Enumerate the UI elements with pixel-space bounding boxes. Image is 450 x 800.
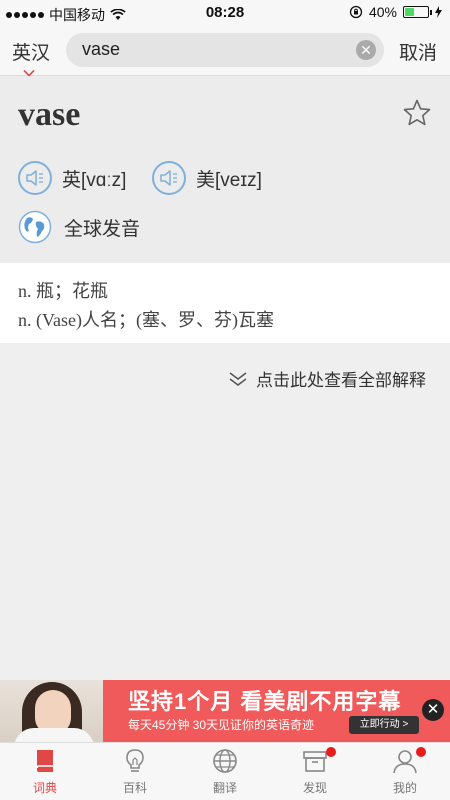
- ad-photo: [0, 680, 103, 742]
- tab-label: 词典: [32, 781, 57, 795]
- search-box: ✕: [66, 33, 384, 67]
- double-chevron-down-icon: [229, 371, 247, 386]
- ad-banner[interactable]: 坚持1个月 看美剧不用字幕 每天45分钟 30天见证你的英语奇迹 立即行动 > …: [0, 680, 450, 742]
- tab-dictionary[interactable]: 词典: [0, 743, 90, 800]
- uk-pronunciation[interactable]: 英[vɑːz]: [18, 161, 126, 195]
- clear-icon[interactable]: ✕: [356, 40, 376, 60]
- book-icon: [36, 750, 53, 772]
- battery-percent: 40%: [368, 4, 397, 20]
- global-pronunciation[interactable]: 全球发音: [18, 210, 140, 244]
- globe-icon[interactable]: [18, 210, 52, 244]
- globe-icon: [213, 749, 237, 773]
- definition-line: n. 瓶；花瓶: [18, 281, 108, 301]
- uk-phonetic: [vɑːz]: [81, 169, 127, 191]
- us-pronunciation[interactable]: 美[veɪz]: [152, 161, 262, 195]
- close-icon[interactable]: ✕: [422, 699, 444, 721]
- speaker-icon[interactable]: [18, 161, 52, 195]
- box-icon: [303, 751, 327, 772]
- view-all-button[interactable]: 点击此处查看全部解释: [228, 366, 426, 391]
- tab-label: 发现: [302, 781, 327, 795]
- star-icon[interactable]: [402, 98, 432, 128]
- ad-action-button[interactable]: 立即行动 >: [349, 716, 419, 734]
- notification-badge: [326, 747, 336, 757]
- tab-label: 百科: [122, 781, 147, 795]
- tab-encyclopedia[interactable]: 百科: [90, 743, 180, 800]
- view-all-label: 点击此处查看全部解释: [256, 371, 426, 390]
- orientation-lock-icon: [349, 5, 363, 19]
- definition-line: n. (Vase)人名；(塞、罗、芬)瓦塞: [18, 310, 274, 330]
- lightbulb-icon: [126, 749, 144, 772]
- headword: vase: [18, 96, 81, 133]
- tab-label: 我的: [392, 781, 417, 795]
- battery-icon: [403, 6, 432, 18]
- person-icon: [393, 750, 417, 774]
- speaker-icon[interactable]: [152, 161, 186, 195]
- global-label: 全球发音: [64, 218, 141, 240]
- language-selector[interactable]: 英汉: [12, 38, 51, 77]
- ad-subtitle: 每天45分钟 30天见证你的英语奇迹: [128, 718, 315, 732]
- notification-badge: [416, 747, 426, 757]
- ad-title: 坚持1个月 看美剧不用字幕: [128, 689, 402, 714]
- language-label: 英汉: [12, 43, 51, 64]
- tab-label: 翻译: [212, 781, 237, 795]
- us-label: 美: [196, 169, 216, 191]
- search-input[interactable]: [82, 39, 342, 60]
- chevron-down-icon: [23, 65, 35, 77]
- search-header: 英汉 ✕ 取消: [0, 26, 450, 77]
- cancel-button[interactable]: 取消: [399, 38, 437, 65]
- status-bar: 中国移动 08:28 40%: [0, 0, 450, 26]
- definitions: n. 瓶；花瓶 n. (Vase)人名；(塞、罗、芬)瓦塞: [0, 263, 450, 343]
- tab-profile[interactable]: 我的: [360, 743, 450, 800]
- tab-discover[interactable]: 发现: [270, 743, 360, 800]
- word-panel: vase 英[vɑːz] 美[veɪz] 全球发音: [0, 76, 450, 263]
- uk-label: 英: [62, 169, 82, 191]
- charging-icon: [435, 6, 442, 18]
- tab-translate[interactable]: 翻译: [180, 743, 270, 800]
- us-phonetic: [veɪz]: [215, 169, 262, 191]
- tab-bar: 词典 百科 翻译 发现 我的: [0, 742, 450, 800]
